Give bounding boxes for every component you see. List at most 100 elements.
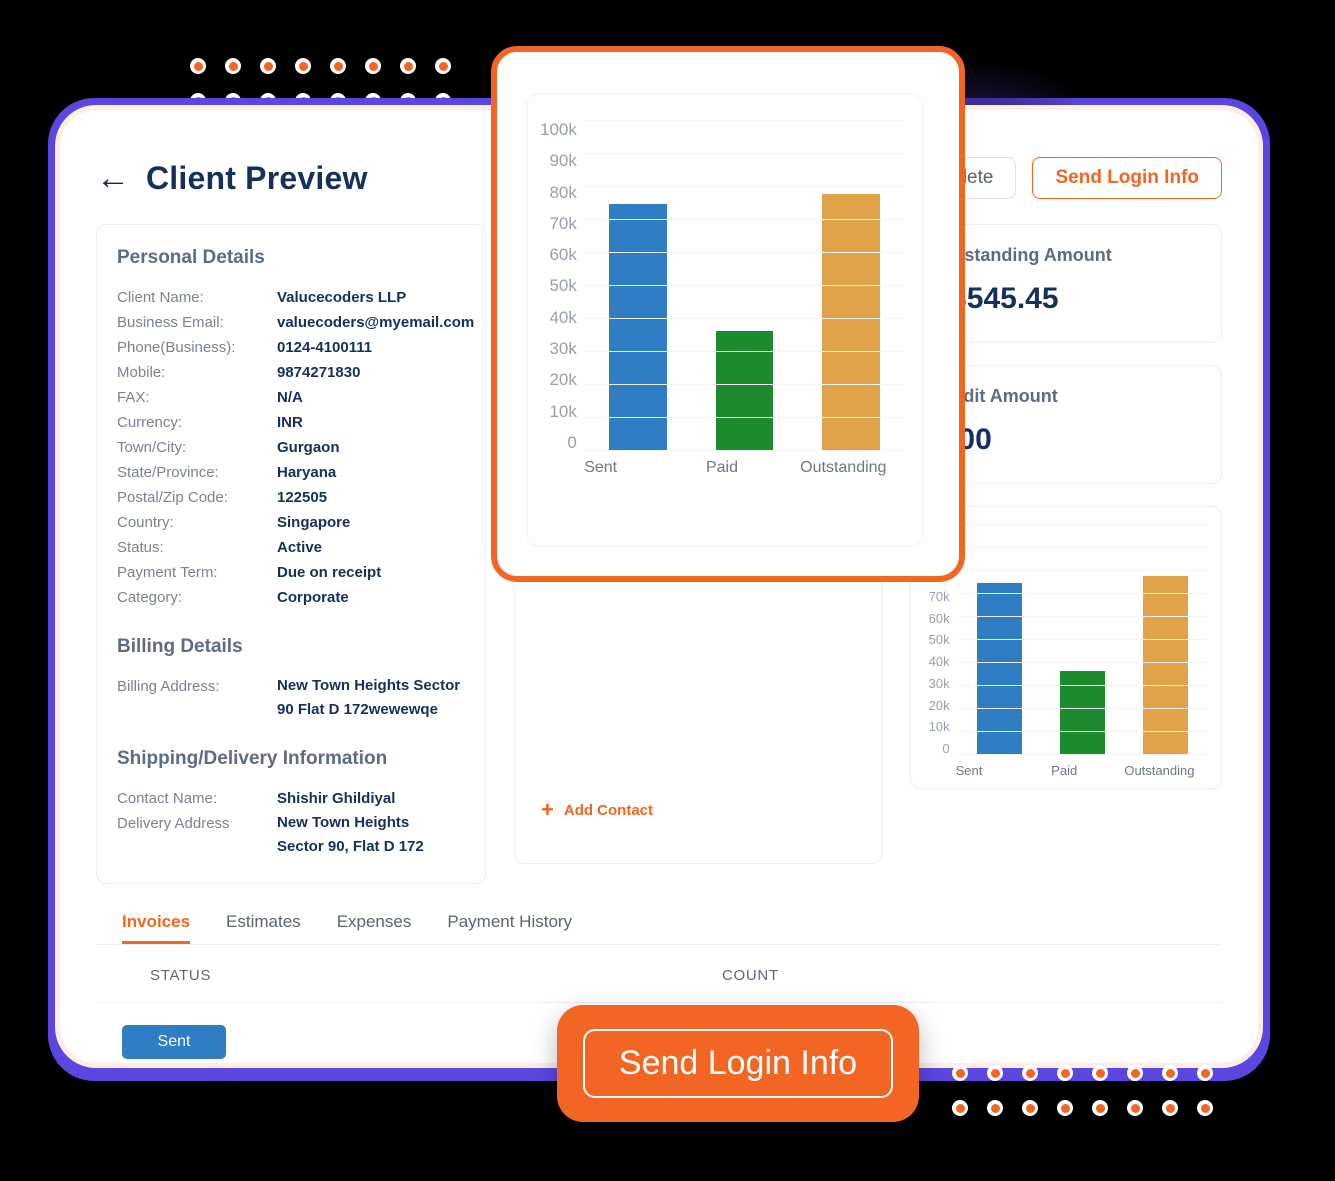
chart-bar-paid[interactable]: [715, 330, 774, 451]
detail-row: Phone(Business): 0124-4100111: [117, 335, 465, 360]
decorative-dot: [1162, 1065, 1178, 1081]
detail-label: Client Name:: [117, 289, 204, 306]
decorative-dot: [1127, 1065, 1143, 1081]
chart-gridline: [584, 450, 904, 451]
decorative-dot: [1197, 1065, 1213, 1081]
decorative-dot: [330, 58, 346, 74]
tab-invoices[interactable]: Invoices: [122, 912, 190, 944]
plus-icon: +: [541, 797, 554, 822]
chart-magnifier-popup: 100k 90k 80k 70k 60k 50k 40k 30k 20k 10k 0 Sent Pai…: [491, 46, 965, 582]
chart-y-tick-label: 20k: [928, 697, 950, 713]
decorative-dot: [225, 58, 241, 74]
detail-row: Client Name: Valucecoders LLP: [117, 285, 465, 310]
send-login-info-button[interactable]: Send Login Info: [1032, 157, 1222, 199]
decorative-dot: [365, 58, 381, 74]
chart-y-tick-label: 40k: [549, 307, 577, 327]
chart-x-tick-label: Sent: [955, 763, 983, 778]
decorative-dot: [1092, 1065, 1108, 1081]
detail-row: Business Email: valuecoders@myemail.com: [117, 310, 474, 335]
chart-gridline: [957, 570, 1207, 571]
chart-y-tick-label: 0: [567, 432, 577, 452]
decorative-dot: [190, 58, 206, 74]
page-title-group: ← Client Preview: [96, 160, 368, 197]
shipping-details-title: Shipping/Delivery Information: [117, 748, 388, 769]
chart-gridline: [584, 318, 904, 319]
chart-y-tick-label: 40k: [928, 654, 950, 670]
decorative-dot: [1057, 1065, 1073, 1081]
content-tabs: Invoices Estimates Expenses Payment Hist…: [96, 912, 1222, 945]
chart-x-tick-label: Paid: [1051, 763, 1078, 778]
detail-row: Town/City: Gurgaon: [117, 435, 465, 460]
chart-bars-big: [585, 121, 904, 451]
chart-gridline: [957, 685, 1207, 686]
decorative-dot: [987, 1065, 1003, 1081]
chart-bar-outstanding[interactable]: [822, 193, 880, 451]
chart-gridline: [957, 616, 1207, 617]
column-header-count: COUNT: [722, 967, 779, 984]
decorative-dot: [260, 58, 276, 74]
chart-y-tick-label: 60k: [928, 610, 950, 626]
chart-bar-outstanding[interactable]: [1142, 575, 1188, 755]
chart-y-tick-label: 70k: [549, 213, 577, 233]
magnified-chart-card: 100k 90k 80k 70k 60k 50k 40k 30k 20k 10k 0 Sent Pai…: [527, 94, 923, 546]
detail-value: Due on receipt: [277, 564, 382, 581]
detail-label: Phone(Business):: [117, 339, 236, 356]
status-badge[interactable]: Sent: [122, 1025, 226, 1059]
detail-label: FAX:: [117, 389, 150, 406]
chart-bar-sent[interactable]: [976, 582, 1022, 755]
left-arrow-icon[interactable]: ←: [96, 161, 130, 195]
detail-label: State/Province:: [117, 464, 219, 481]
detail-row: FAX: N/A: [117, 385, 465, 410]
outstanding-amount-value: 13545.45: [933, 282, 1059, 315]
credit-amount-value: 0.00: [933, 423, 1199, 457]
chart-gridline: [584, 252, 904, 253]
chart-y-tick-label: 50k: [549, 276, 577, 296]
chart-y-tick-label: 50k: [928, 632, 950, 648]
magnified-invoice-summary-chart: 100k 90k 80k 70k 60k 50k 40k 30k 20k 10k 0 Sent Pai…: [540, 120, 904, 477]
detail-row: Category: Corporate: [117, 585, 465, 610]
decorative-dot: [1092, 1100, 1108, 1116]
decorative-dot: [1127, 1100, 1143, 1116]
detail-label: Delivery Address: [117, 815, 230, 832]
detail-label: Status:: [117, 539, 164, 556]
chart-x-tick-label: Paid: [705, 459, 738, 476]
detail-label: Contact Name:: [117, 790, 218, 807]
decorative-dot: [435, 58, 451, 74]
detail-value: Shishir Ghildiyal: [277, 790, 396, 807]
detail-label: Postal/Zip Code:: [117, 489, 228, 506]
chart-gridline: [584, 384, 904, 385]
chart-bar-paid[interactable]: [1059, 671, 1105, 755]
tab-payment-history[interactable]: Payment History: [447, 912, 572, 944]
tab-estimates[interactable]: Estimates: [226, 912, 301, 944]
detail-row: Mobile: 9874271830: [117, 360, 465, 385]
detail-label: Town/City:: [117, 439, 187, 456]
chart-gridline: [584, 285, 904, 286]
detail-row: State/Province: Haryana: [117, 460, 465, 485]
send-login-info-cta[interactable]: Send Login Info: [557, 1005, 919, 1122]
chart-gridline: [957, 593, 1207, 594]
chart-y-tick-label: 20k: [549, 370, 577, 390]
add-contact-button[interactable]: + Add Contact: [541, 799, 653, 821]
chart-gridline: [957, 547, 1207, 548]
screenshot-stage: ← Client Preview Delete Send Login Info …: [0, 0, 1335, 1181]
table-header-row: STATUS COUNT: [96, 967, 1222, 1003]
detail-label: Mobile:: [117, 364, 166, 381]
tab-expenses[interactable]: Expenses: [337, 912, 412, 944]
decorative-dot: [295, 58, 311, 74]
chart-plot-area-mini: [957, 524, 1207, 755]
chart-y-tick-label: 30k: [928, 675, 950, 691]
chart-y-tick-label: 30k: [549, 339, 577, 359]
detail-row: Country: Singapore: [117, 510, 465, 535]
chart-bar-sent[interactable]: [609, 203, 667, 451]
chart-gridline: [584, 153, 904, 154]
detail-label: Payment Term:: [117, 564, 218, 581]
chart-y-axis-big: 100k 90k 80k 70k 60k 50k 40k 30k 20k 10k 0: [540, 121, 585, 451]
chart-x-axis-big: Sent Paid Outstanding: [540, 451, 904, 477]
detail-value: Haryana: [277, 464, 337, 481]
decorative-dot: [1022, 1100, 1038, 1116]
chart-y-tick-label: 60k: [549, 245, 577, 265]
decorative-dot: [1057, 1100, 1073, 1116]
chart-y-tick-label: 0: [942, 740, 950, 756]
chart-y-tick-label: 80k: [549, 182, 577, 202]
send-login-info-cta-button[interactable]: Send Login Info: [582, 1029, 894, 1098]
